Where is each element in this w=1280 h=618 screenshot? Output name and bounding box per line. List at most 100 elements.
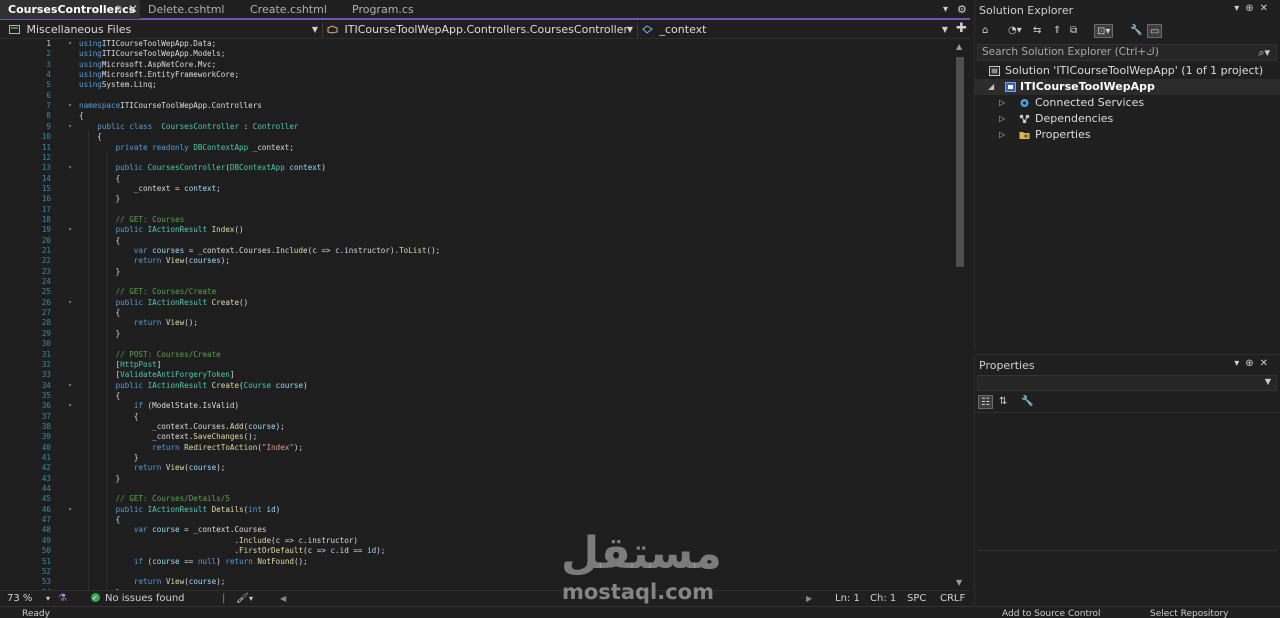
code-line[interactable]: 51 if (course == null) return NotFound()… bbox=[0, 557, 952, 567]
code-line[interactable]: 7 ▾ namespaceITICourseToolWepApp.Controlle… bbox=[0, 101, 952, 111]
fold-toggle-icon[interactable]: ▾ bbox=[66, 381, 74, 391]
collapsed-caret-icon[interactable]: ▷ bbox=[999, 111, 1005, 127]
code-line[interactable]: 13 ▾ public CoursesController(DBContextAp… bbox=[0, 163, 952, 173]
code-line[interactable]: 35 { bbox=[0, 391, 952, 401]
code-line[interactable]: 47 { bbox=[0, 515, 952, 525]
scroll-left-icon[interactable]: ◀ bbox=[280, 591, 286, 606]
code-line[interactable]: 25 // GET: Courses/Create bbox=[0, 287, 952, 297]
tab-create-cshtml[interactable]: Create.cshtml bbox=[242, 0, 344, 19]
code-line[interactable]: 16 } bbox=[0, 194, 952, 204]
code-line[interactable]: 22 return View(courses); bbox=[0, 256, 952, 266]
property-grid[interactable] bbox=[977, 413, 1277, 551]
line-ending-indicator[interactable]: CRLF bbox=[940, 591, 965, 606]
intellicode-icon[interactable]: ⚗ bbox=[58, 591, 67, 606]
code-line[interactable]: 3 usingMicrosoft.AspNetCore.Mvc; bbox=[0, 60, 952, 70]
brush-icon[interactable]: 🖌 bbox=[236, 591, 249, 606]
object-selector-dropdown[interactable]: ▼ bbox=[977, 375, 1277, 391]
code-line[interactable]: 18 // GET: Courses bbox=[0, 215, 952, 225]
categorized-icon[interactable]: ☷ bbox=[978, 395, 993, 409]
tab-program-cs[interactable]: Program.cs bbox=[344, 0, 446, 19]
alphabetical-icon[interactable]: ⇅ bbox=[999, 395, 1007, 409]
code-line[interactable]: 44 bbox=[0, 484, 952, 494]
property-pages-icon[interactable]: 🔧 bbox=[1021, 395, 1033, 409]
vertical-scrollbar[interactable]: ▲ ▼ bbox=[952, 39, 970, 590]
code-line[interactable]: 5 usingSystem.Linq; bbox=[0, 80, 952, 90]
fold-toggle-icon[interactable]: ▾ bbox=[66, 122, 74, 132]
code-line[interactable]: 53 return View(course); bbox=[0, 577, 952, 587]
issues-indicator[interactable]: No issues found bbox=[91, 591, 185, 606]
fold-toggle-icon[interactable]: ▾ bbox=[66, 298, 74, 308]
code-line[interactable]: 19 ▾ public IActionResult Index() bbox=[0, 225, 952, 235]
close-icon[interactable]: ✕ bbox=[1260, 358, 1274, 369]
code-line[interactable]: 12 bbox=[0, 153, 952, 163]
tree-item-solution[interactable]: Solution 'ITICourseToolWepApp' (1 of 1 p… bbox=[975, 63, 1280, 79]
fold-toggle-icon[interactable]: ▾ bbox=[66, 39, 74, 49]
code-line[interactable]: 29 } bbox=[0, 329, 952, 339]
close-icon[interactable]: ✕ bbox=[128, 0, 138, 19]
code-line[interactable]: 24 bbox=[0, 277, 952, 287]
scroll-up-icon[interactable]: ▲ bbox=[956, 42, 962, 51]
wrench-icon[interactable]: 🔧 bbox=[1130, 24, 1142, 38]
chevron-down-icon[interactable]: ▾ bbox=[249, 591, 253, 606]
code-line[interactable]: 8{ bbox=[0, 111, 952, 121]
code-line[interactable]: 37 { bbox=[0, 412, 952, 422]
code-line[interactable]: 9 ▾ public class CoursesController : Cont… bbox=[0, 122, 952, 132]
zoom-level[interactable]: 73 % bbox=[7, 591, 32, 606]
code-line[interactable]: 43 } bbox=[0, 474, 952, 484]
tree-item-properties[interactable]: ▷ Properties bbox=[975, 127, 1280, 143]
code-line[interactable]: 4 usingMicrosoft.EntityFrameworkCore; bbox=[0, 70, 952, 80]
code-line[interactable]: 34 ▾ public IActionResult Create(Course c… bbox=[0, 381, 952, 391]
scroll-down-icon[interactable]: ▼ bbox=[956, 578, 962, 587]
dropdown-icon[interactable]: ▾ bbox=[1234, 3, 1245, 14]
code-line[interactable]: 36 ▾ if (ModelState.IsValid) bbox=[0, 401, 952, 411]
settings-gear-icon[interactable]: ⚙ bbox=[957, 0, 967, 19]
whitespace-indicator[interactable]: SPC bbox=[907, 591, 926, 606]
show-all-files-icon[interactable]: ⧉ bbox=[1070, 24, 1077, 38]
chevron-down-icon[interactable]: ▾ bbox=[46, 591, 50, 606]
sync-icon[interactable]: ⇆ bbox=[1033, 24, 1041, 38]
collapse-all-icon[interactable]: ⇑ bbox=[1053, 24, 1061, 38]
char-indicator[interactable]: Ch: 1 bbox=[870, 591, 896, 606]
tree-item-project[interactable]: ◢ ITICourseToolWepApp bbox=[975, 79, 1280, 95]
code-line[interactable]: 11 private readonly DBContextApp _contex… bbox=[0, 143, 952, 153]
code-line[interactable]: 15 _context = context; bbox=[0, 184, 952, 194]
code-line[interactable]: 42 return View(course); bbox=[0, 463, 952, 473]
pin-icon[interactable]: ⊕ bbox=[1245, 3, 1259, 14]
tree-item-dependencies[interactable]: ▷ Dependencies bbox=[975, 111, 1280, 127]
code-line[interactable]: 26 ▾ public IActionResult Create() bbox=[0, 298, 952, 308]
collapsed-caret-icon[interactable]: ▷ bbox=[999, 95, 1005, 111]
member-dropdown[interactable]: _context ▼ bbox=[638, 22, 952, 38]
fold-toggle-icon[interactable]: ▾ bbox=[66, 163, 74, 173]
expanded-caret-icon[interactable]: ◢ bbox=[988, 79, 994, 95]
code-line[interactable]: 45 // GET: Courses/Details/5 bbox=[0, 494, 952, 504]
code-line[interactable]: 41 } bbox=[0, 453, 952, 463]
code-line[interactable]: 30 bbox=[0, 339, 952, 349]
code-line[interactable]: 20 { bbox=[0, 236, 952, 246]
preview-selected-icon[interactable]: ▭ bbox=[1147, 24, 1163, 38]
code-text-view[interactable]: 1 ▾ usingITICourseToolWepApp.Data; 2 usingIT… bbox=[0, 39, 952, 590]
code-line[interactable]: 32 [HttpPost] bbox=[0, 360, 952, 370]
history-icon[interactable]: ◔▾ bbox=[1008, 24, 1022, 38]
pin-icon[interactable]: ⊕ bbox=[1245, 358, 1259, 369]
solution-search-input[interactable]: Search Solution Explorer (Ctrl+ك) ⌕▾ bbox=[977, 44, 1277, 61]
code-line[interactable]: 28 return View(); bbox=[0, 318, 952, 328]
fold-toggle-icon[interactable]: ▾ bbox=[66, 225, 74, 235]
close-icon[interactable]: ✕ bbox=[1260, 3, 1274, 14]
tab-delete-cshtml[interactable]: Delete.cshtml bbox=[140, 0, 242, 19]
code-line[interactable]: 14 { bbox=[0, 174, 952, 184]
code-line[interactable]: 33 [ValidateAntiForgeryToken] bbox=[0, 370, 952, 380]
code-line[interactable]: 2 usingITICourseToolWepApp.Models; bbox=[0, 49, 952, 59]
code-line[interactable]: 48 var course = _context.Courses bbox=[0, 525, 952, 535]
pending-changes-filter-icon[interactable]: ⊡▾ bbox=[1094, 24, 1114, 38]
code-line[interactable]: 49 .Include(c => c.instructor) bbox=[0, 536, 952, 546]
code-line[interactable]: 10 { bbox=[0, 132, 952, 142]
project-dropdown[interactable]: Miscellaneous Files ▼ bbox=[0, 22, 323, 38]
fold-toggle-icon[interactable]: ▾ bbox=[66, 505, 74, 515]
code-line[interactable]: 21 var courses = _context.Courses.Includ… bbox=[0, 246, 952, 256]
split-add-icon[interactable]: ✚ bbox=[956, 19, 967, 38]
add-to-source-control-button[interactable]: Add to Source Control bbox=[1002, 609, 1101, 618]
code-line[interactable]: 50 .FirstOrDefault(c => c.id == id); bbox=[0, 546, 952, 556]
code-line[interactable]: 23 } bbox=[0, 267, 952, 277]
type-dropdown[interactable]: ITICourseToolWepApp.Controllers.CoursesC… bbox=[323, 22, 638, 38]
scroll-right-icon[interactable]: ▶ bbox=[806, 591, 812, 606]
